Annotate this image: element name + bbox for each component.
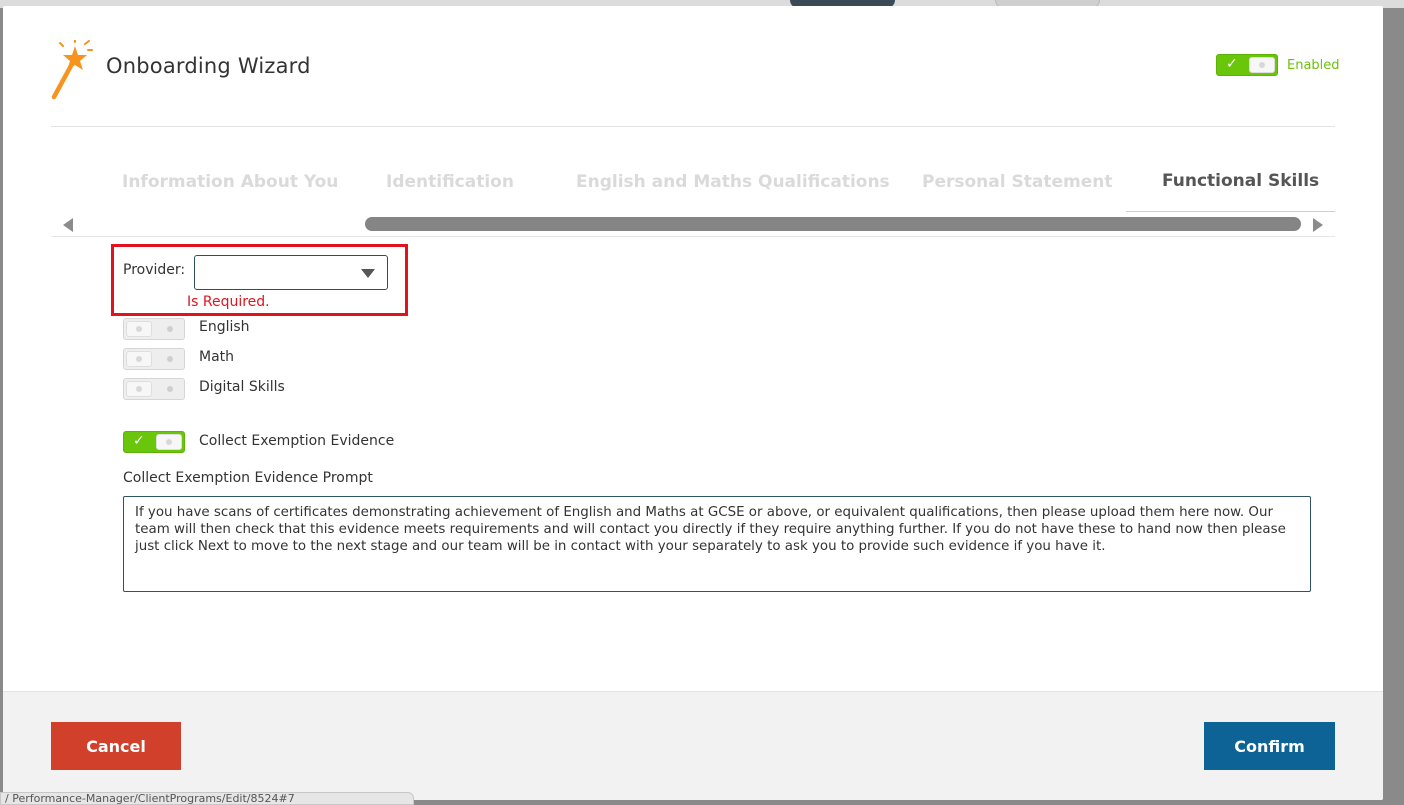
toggle-knob (126, 351, 152, 367)
toggle-dot (167, 326, 173, 332)
cancel-button[interactable]: Cancel (51, 722, 181, 770)
tab-english-and-maths-qualifications[interactable]: English and Maths Qualifications (576, 172, 890, 192)
header-divider (51, 126, 1335, 127)
tab-information-about-you[interactable]: Information About You (122, 172, 338, 192)
collect-exemption-evidence-label: Collect Exemption Evidence (199, 433, 395, 449)
collect-exemption-evidence-toggle[interactable]: ✓ (123, 431, 185, 453)
toggle-dot (167, 356, 173, 362)
toggle-knob (126, 381, 152, 397)
onboarding-wizard-modal: Onboarding Wizard ✓ Enabled Information … (3, 6, 1383, 800)
provider-label: Provider: (123, 262, 186, 278)
tab-functional-skills[interactable]: Functional Skills (1162, 171, 1319, 191)
chevron-down-icon (361, 269, 375, 278)
active-tab-underline (1126, 211, 1335, 212)
english-toggle[interactable] (123, 318, 185, 340)
check-icon: ✓ (133, 433, 145, 449)
toggle-knob (1249, 57, 1275, 73)
modal-title: Onboarding Wizard (106, 54, 311, 78)
digital-skills-label: Digital Skills (199, 379, 285, 395)
exemption-prompt-textarea[interactable]: If you have scans of certificates demons… (123, 496, 1311, 592)
scroll-left-arrow-icon[interactable] (63, 218, 73, 232)
toggle-knob (126, 321, 152, 337)
math-toggle[interactable] (123, 348, 185, 370)
english-label: English (199, 319, 250, 335)
exemption-prompt-label: Collect Exemption Evidence Prompt (123, 470, 373, 486)
math-label: Math (199, 349, 235, 365)
toggle-knob (156, 434, 182, 450)
modal-footer (3, 691, 1383, 800)
provider-select[interactable] (194, 255, 388, 290)
digital-skills-toggle[interactable] (123, 378, 185, 400)
tabs-divider (51, 236, 1335, 237)
tab-personal-statement[interactable]: Personal Statement (922, 172, 1112, 192)
toggle-dot (167, 386, 173, 392)
enabled-label: Enabled (1287, 58, 1340, 73)
check-icon: ✓ (1226, 56, 1238, 72)
status-bar-url: / Performance-Manager/ClientPrograms/Edi… (0, 792, 414, 805)
enabled-toggle[interactable]: ✓ (1216, 54, 1278, 76)
scroll-right-arrow-icon[interactable] (1313, 218, 1323, 232)
tab-identification[interactable]: Identification (386, 172, 514, 192)
magic-wand-icon (51, 40, 93, 100)
tabs-scrollbar-thumb[interactable] (365, 217, 1301, 231)
confirm-button[interactable]: Confirm (1204, 722, 1335, 770)
provider-required-message: Is Required. (187, 294, 270, 310)
